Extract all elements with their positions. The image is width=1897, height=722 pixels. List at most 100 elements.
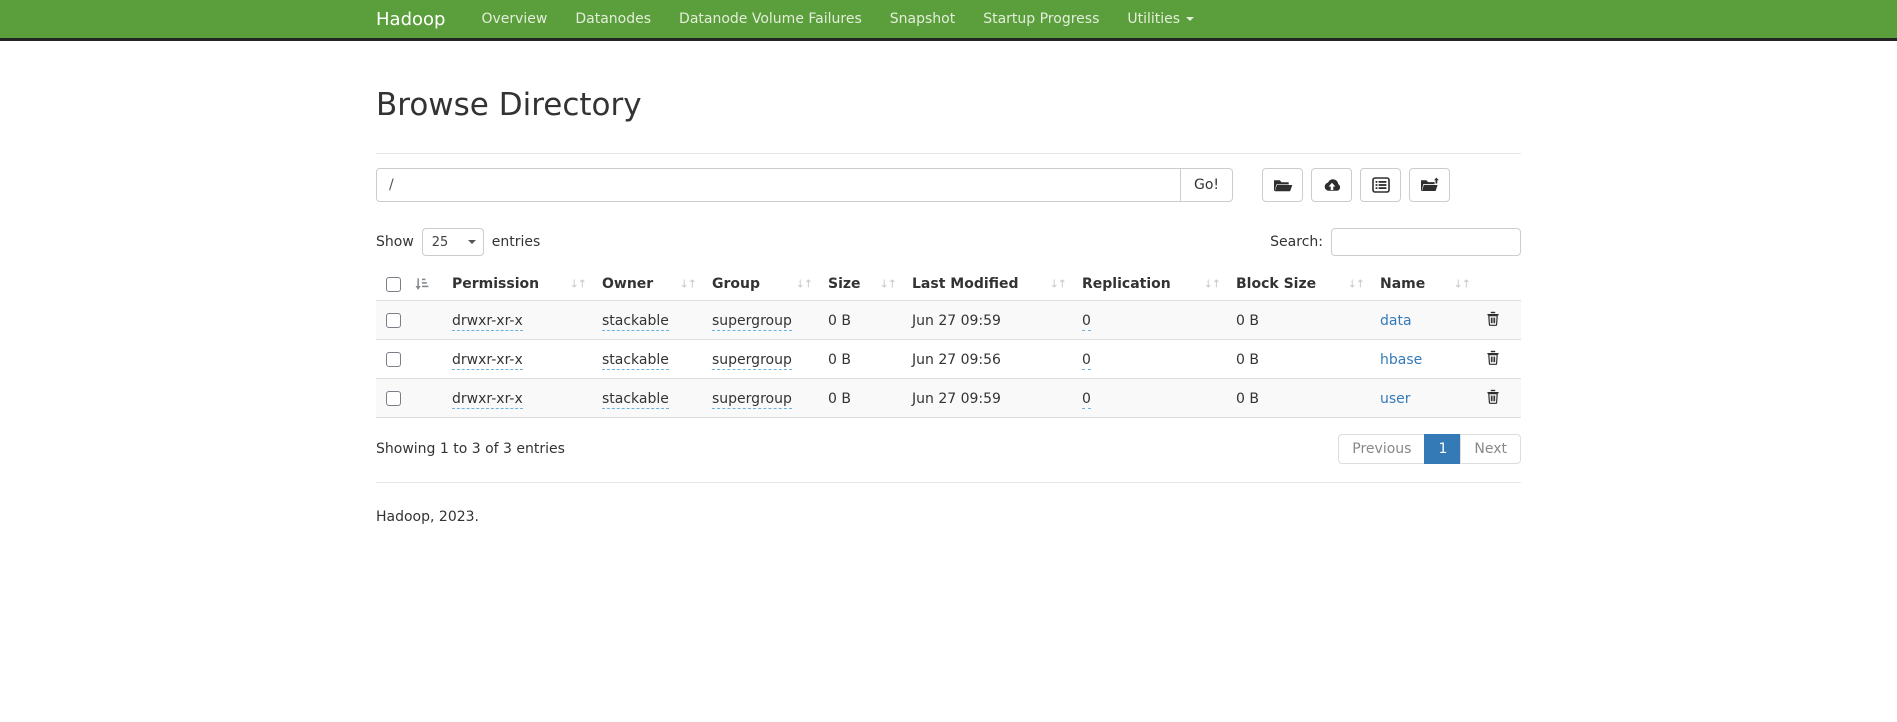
group-cell[interactable]: supergroup [712,313,792,331]
row-checkbox[interactable] [386,313,401,328]
owner-cell[interactable]: stackable [602,313,669,331]
column-header-owner[interactable]: Owner [592,268,702,301]
column-label: Permission [452,276,539,292]
column-header-select[interactable] [376,268,442,301]
search-label: Search: [1270,234,1323,250]
upload-files-button[interactable] [1311,168,1352,202]
column-header-size[interactable]: Size [818,268,902,301]
pagination-next[interactable]: Next [1461,434,1521,464]
column-label: Replication [1082,276,1171,292]
table-controls: Show 25 entries Search: [376,228,1521,256]
last-modified-cell: Jun 27 09:56 [902,340,1072,379]
group-cell[interactable]: supergroup [712,352,792,370]
pagination-previous[interactable]: Previous [1338,434,1425,464]
sort-amount-asc-icon [414,277,429,291]
row-checkbox[interactable] [386,352,401,367]
path-input[interactable] [376,168,1181,202]
sort-both-icon [1050,278,1066,291]
column-label: Last Modified [912,276,1019,292]
cloud-upload-icon [1322,178,1342,193]
pagination-page-1-link[interactable]: 1 [1424,434,1461,464]
sort-both-icon [1348,278,1364,291]
nav-overview[interactable]: Overview [467,11,561,27]
select-all-checkbox[interactable] [386,277,401,292]
column-header-name[interactable]: Name [1370,268,1476,301]
directory-link[interactable]: user [1380,391,1411,407]
sort-both-icon [570,278,586,291]
pagination: Previous 1 Next [1338,434,1521,464]
nav-utilities[interactable]: Utilities [1113,11,1208,27]
column-header-group[interactable]: Group [702,268,818,301]
sort-both-icon [1454,278,1470,291]
permission-cell[interactable]: drwxr-xr-x [452,313,523,331]
column-header-last-modified[interactable]: Last Modified [902,268,1072,301]
page-title: Browse Directory [376,87,1521,123]
pagination-previous-link[interactable]: Previous [1338,434,1425,464]
folder-arrow-up-icon [1420,177,1440,193]
folder-open-icon [1273,178,1293,193]
column-label: Size [828,276,861,292]
directory-link[interactable]: hbase [1380,352,1422,368]
replication-cell[interactable]: 0 [1082,391,1091,409]
nav-datanode-volume-failures[interactable]: Datanode Volume Failures [665,11,876,27]
table-row: drwxr-xr-x stackable supergroup 0 B Jun … [376,340,1521,379]
table-row: drwxr-xr-x stackable supergroup 0 B Jun … [376,379,1521,418]
column-header-permission[interactable]: Permission [442,268,592,301]
page-size-select-wrap: 25 [422,228,484,256]
footer-text: Hadoop, 2023. [376,509,1521,525]
replication-cell[interactable]: 0 [1082,352,1091,370]
table-header-row: Permission Owner Group Size Last Modifie… [376,268,1521,301]
brand-hadoop[interactable]: Hadoop [376,9,445,30]
directory-action-buttons [1262,168,1450,202]
row-checkbox[interactable] [386,391,401,406]
block-size-cell: 0 B [1226,301,1370,340]
delete-button[interactable] [1486,389,1500,404]
owner-cell[interactable]: stackable [602,391,669,409]
trash-icon [1486,311,1500,326]
delete-button[interactable] [1486,311,1500,326]
path-input-group: Go! [376,168,1233,202]
pagination-page-1[interactable]: 1 [1425,434,1461,464]
trash-icon [1486,350,1500,365]
size-cell: 0 B [818,340,902,379]
sort-both-icon [796,278,812,291]
folder-actions-button[interactable] [1409,168,1450,202]
search-input[interactable] [1331,228,1521,256]
pagination-next-link[interactable]: Next [1460,434,1521,464]
group-cell[interactable]: supergroup [712,391,792,409]
footer-divider [376,482,1521,483]
list-alt-icon [1372,177,1390,193]
nav-snapshot[interactable]: Snapshot [876,11,969,27]
caret-down-icon [1186,17,1194,21]
table-row: drwxr-xr-x stackable supergroup 0 B Jun … [376,301,1521,340]
trash-icon [1486,389,1500,404]
sort-both-icon [1204,278,1220,291]
permission-cell[interactable]: drwxr-xr-x [452,352,523,370]
page-length-control: Show 25 entries [376,228,540,256]
size-cell: 0 B [818,301,902,340]
nav-utilities-label: Utilities [1127,11,1180,27]
title-divider [376,153,1521,154]
nav-startup-progress[interactable]: Startup Progress [969,11,1113,27]
column-header-block-size[interactable]: Block Size [1226,268,1370,301]
column-header-replication[interactable]: Replication [1072,268,1226,301]
permission-cell[interactable]: drwxr-xr-x [452,391,523,409]
go-button[interactable]: Go! [1181,168,1233,202]
column-label: Block Size [1236,276,1316,292]
page-size-select[interactable]: 25 [422,228,484,256]
last-modified-cell: Jun 27 09:59 [902,301,1072,340]
column-label: Group [712,276,760,292]
directory-link[interactable]: data [1380,313,1412,329]
cut-paste-button[interactable] [1360,168,1401,202]
delete-button[interactable] [1486,350,1500,365]
table-footer: Showing 1 to 3 of 3 entries Previous 1 N… [376,434,1521,464]
nav-links: Overview Datanodes Datanode Volume Failu… [467,11,1208,27]
nav-datanodes[interactable]: Datanodes [561,11,665,27]
create-directory-button[interactable] [1262,168,1303,202]
path-bar: Go! [376,168,1521,202]
column-label: Name [1380,276,1425,292]
entries-label: entries [492,234,541,250]
column-header-delete [1476,268,1521,301]
owner-cell[interactable]: stackable [602,352,669,370]
replication-cell[interactable]: 0 [1082,313,1091,331]
